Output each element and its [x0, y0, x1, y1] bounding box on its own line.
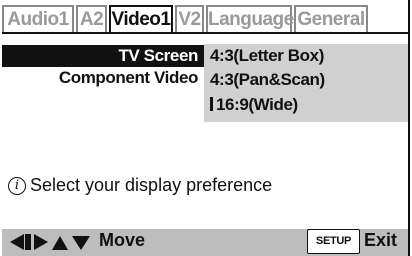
info-icon: i — [8, 176, 26, 195]
setup-button[interactable]: SETUP — [307, 229, 360, 254]
move-label: Move — [99, 230, 146, 250]
option-pan-scan[interactable]: 4:3(Pan&Scan) — [210, 69, 325, 91]
tab-a2[interactable]: A2 — [76, 5, 107, 33]
tab-v2[interactable]: V2 — [175, 5, 204, 33]
tab-underline — [2, 32, 410, 34]
menu-item-tv-screen[interactable]: TV Screen — [2, 45, 198, 67]
tab-video1[interactable]: Video1 — [109, 5, 173, 33]
current-cursor-icon — [210, 97, 213, 111]
option-wide-label: 16:9(Wide) — [216, 95, 298, 114]
arrow-left-icon — [10, 234, 24, 250]
arrow-down-icon — [72, 236, 90, 250]
dvd-setup-screen: Audio1 A2 Video1 V2 Language General TV … — [0, 0, 412, 256]
option-letter-box[interactable]: 4:3(Letter Box) — [210, 45, 324, 67]
info-line: i Select your display preference — [8, 175, 272, 196]
tab-audio1[interactable]: Audio1 — [2, 5, 74, 33]
info-text: Select your display preference — [30, 175, 273, 195]
tab-language[interactable]: Language — [206, 5, 294, 33]
exit-label: Exit — [364, 230, 398, 250]
direction-arrows-icon — [10, 234, 90, 250]
tab-general[interactable]: General — [294, 5, 368, 33]
menu-item-component-video[interactable]: Component Video — [2, 67, 199, 89]
screen-frame — [2, 0, 410, 256]
option-wide[interactable]: 16:9(Wide) — [210, 94, 298, 116]
arrow-right-icon — [34, 234, 48, 250]
